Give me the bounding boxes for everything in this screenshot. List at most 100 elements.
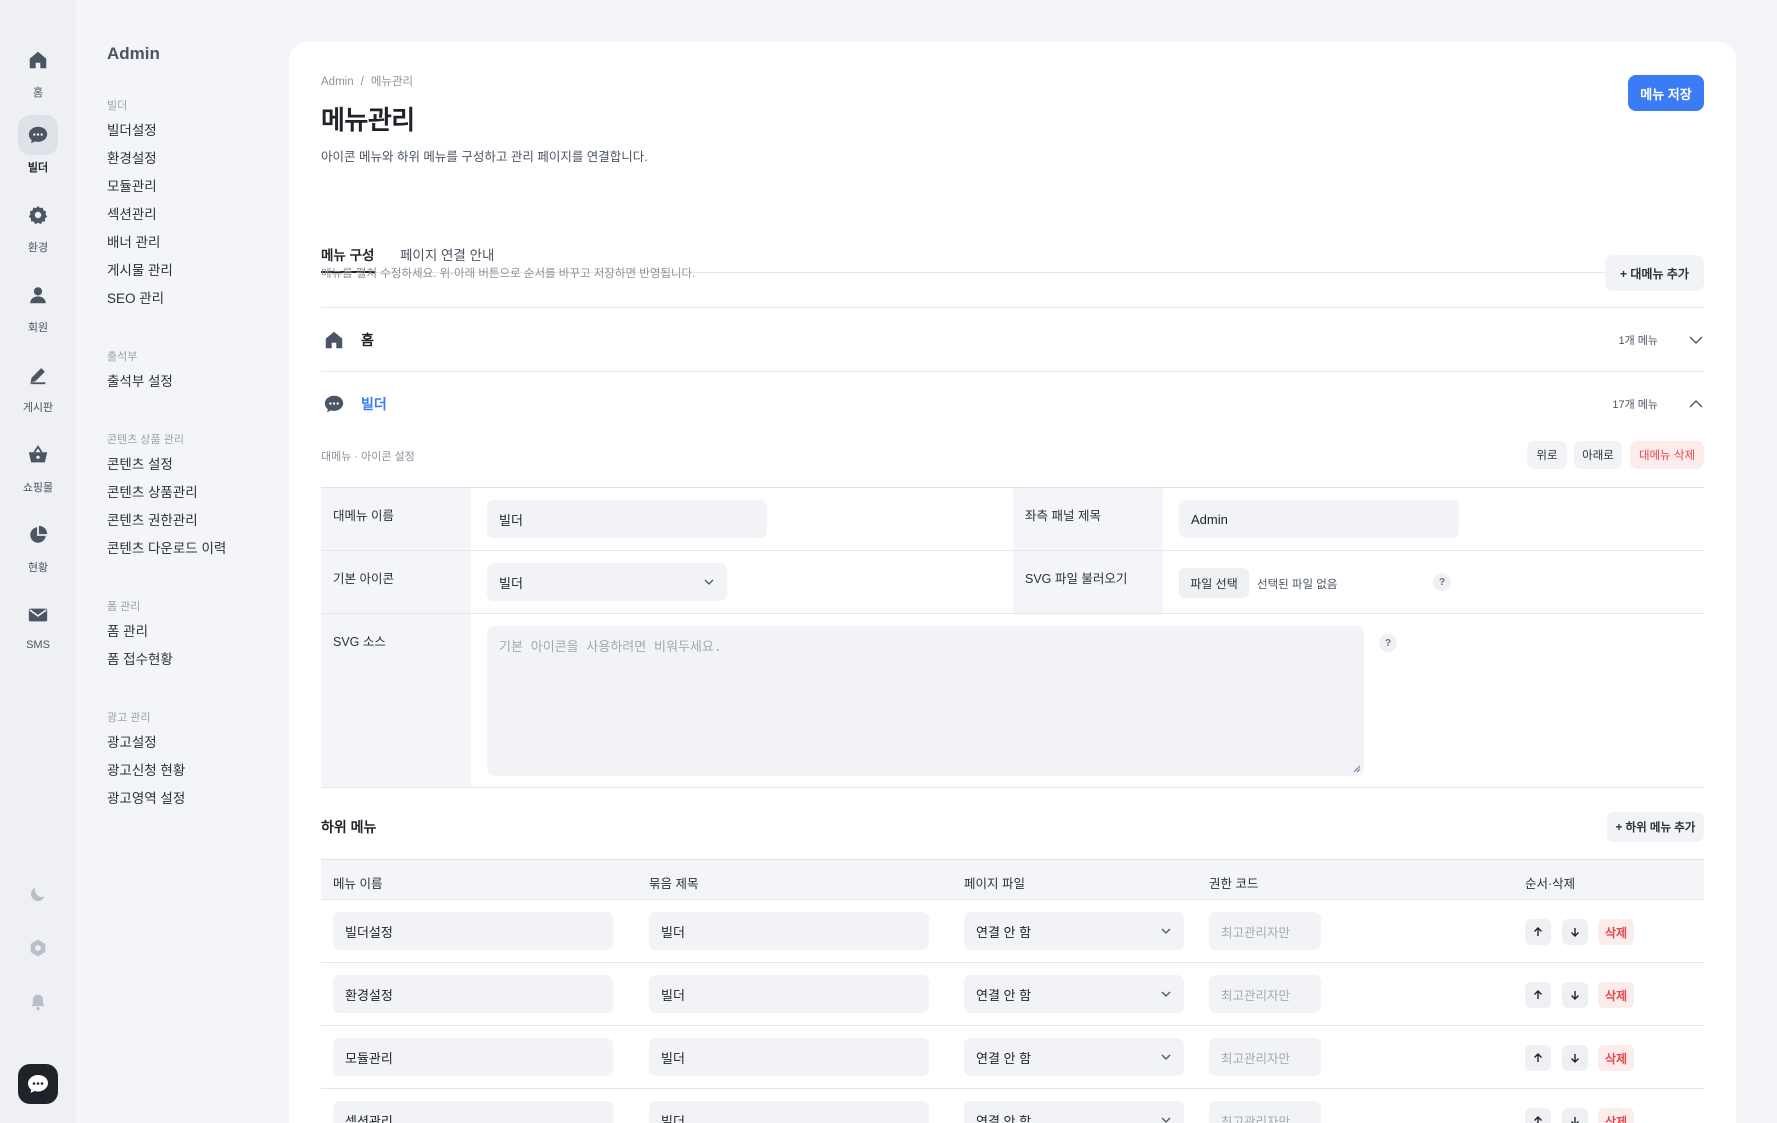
- sidebar-link[interactable]: 배너 관리: [107, 229, 173, 257]
- arrow-up-icon[interactable]: [1525, 1108, 1551, 1123]
- chevron-up-icon[interactable]: [1688, 396, 1704, 412]
- help-icon[interactable]: ?: [1379, 634, 1397, 652]
- move-up-button[interactable]: 위로: [1527, 441, 1567, 469]
- sidebar-link[interactable]: SEO 관리: [107, 285, 173, 313]
- tab-page-link-guide[interactable]: 페이지 연결 안내: [400, 200, 494, 273]
- user-icon: [18, 275, 58, 315]
- breadcrumb: Admin / 메뉴관리: [321, 73, 413, 89]
- sidebar-link[interactable]: 모듈관리: [107, 173, 173, 201]
- rail-item-shop[interactable]: 쇼핑몰: [0, 435, 76, 501]
- sidebar-link[interactable]: 광고설정: [107, 729, 185, 757]
- chevron-down-icon: [1161, 928, 1171, 934]
- sidebar-link[interactable]: 콘텐츠 설정: [107, 451, 226, 479]
- page-file-select[interactable]: 연결 안 함: [964, 975, 1184, 1013]
- moon-icon[interactable]: [18, 874, 58, 914]
- sidebar-link[interactable]: 게시물 관리: [107, 257, 173, 285]
- resize-grip-icon[interactable]: [1353, 765, 1361, 773]
- sidebar-link[interactable]: 환경설정: [107, 145, 173, 173]
- rail-item-builder[interactable]: 빌더: [0, 115, 76, 181]
- arrow-down-icon[interactable]: [1562, 919, 1588, 945]
- permission-code-input[interactable]: 최고관리자만: [1209, 1101, 1321, 1123]
- permission-code-input[interactable]: 최고관리자만: [1209, 1038, 1321, 1076]
- form-row: 기본 아이콘 빌더 SVG 파일 불러오기 파일 선택 선택된 파일 없음 ?: [321, 551, 1704, 614]
- chevron-down-icon: [704, 579, 714, 585]
- field-label: SVG 파일 불러오기: [1013, 551, 1163, 613]
- group-title-input[interactable]: 빌더: [649, 1101, 929, 1123]
- rail-item-sms[interactable]: SMS: [0, 595, 76, 661]
- menu-count: 1개 메뉴: [1618, 334, 1658, 347]
- delete-top-menu-button[interactable]: 대메뉴 삭제: [1630, 441, 1704, 469]
- permission-code-input[interactable]: 최고관리자만: [1209, 912, 1321, 950]
- page-file-select[interactable]: 연결 안 함: [964, 1038, 1184, 1076]
- submenu-name-input[interactable]: 섹션관리: [333, 1101, 613, 1123]
- page-file-select[interactable]: 연결 안 함: [964, 912, 1184, 950]
- sidebar-link[interactable]: 출석부 설정: [107, 368, 173, 396]
- tab-menu-config[interactable]: 메뉴 구성: [321, 200, 376, 273]
- sidebar-link[interactable]: 폼 관리: [107, 618, 173, 646]
- arrow-up-icon[interactable]: [1525, 982, 1551, 1008]
- chevron-down-icon: [1161, 1117, 1171, 1123]
- rail-item-status[interactable]: 현황: [0, 515, 76, 581]
- svg-source-textarea[interactable]: 기본 아이콘을 사용하려면 비워두세요.: [487, 626, 1364, 776]
- table-row: 모듈관리 빌더 연결 안 함 최고관리자만 삭제: [321, 1026, 1704, 1089]
- column-header: 메뉴 이름: [333, 877, 383, 891]
- menu-accordion-builder[interactable]: 빌더 17개 메뉴: [321, 371, 1704, 435]
- sidebar-link[interactable]: 콘텐츠 다운로드 이력: [107, 535, 226, 563]
- sidebar-link[interactable]: 빌더설정: [107, 117, 173, 145]
- add-top-menu-button[interactable]: + 대메뉴 추가: [1605, 255, 1704, 291]
- group-title-input[interactable]: 빌더: [649, 912, 929, 950]
- move-down-button[interactable]: 아래로: [1574, 441, 1622, 469]
- group-title-input[interactable]: 빌더: [649, 975, 929, 1013]
- rail-item-board[interactable]: 게시판: [0, 355, 76, 421]
- panel-title-input[interactable]: Admin: [1179, 500, 1459, 538]
- page-title: 메뉴관리: [321, 105, 415, 135]
- icon-select[interactable]: 빌더: [487, 563, 727, 601]
- permission-code-input[interactable]: 최고관리자만: [1209, 975, 1321, 1013]
- table-row: 섹션관리 빌더 연결 안 함 최고관리자만 삭제: [321, 1089, 1704, 1123]
- page-file-select[interactable]: 연결 안 함: [964, 1101, 1184, 1123]
- submenu-name-input[interactable]: 빌더설정: [333, 912, 613, 950]
- menu-accordion-home[interactable]: 홈 1개 메뉴: [321, 307, 1704, 371]
- settings-icon[interactable]: [18, 928, 58, 968]
- sidebar-link[interactable]: 콘텐츠 권한관리: [107, 507, 226, 535]
- chat-bubble-icon[interactable]: [18, 1064, 58, 1104]
- submenu-name-input[interactable]: 모듈관리: [333, 1038, 613, 1076]
- delete-submenu-button[interactable]: 삭제: [1598, 982, 1634, 1008]
- delete-submenu-button[interactable]: 삭제: [1598, 1108, 1634, 1123]
- menu-name-input[interactable]: 빌더: [487, 500, 767, 538]
- arrow-down-icon[interactable]: [1562, 982, 1588, 1008]
- icon-rail: 홈 빌더 환경 회원 게시판 쇼핑몰 현황 SMS: [0, 0, 76, 1123]
- sidebar-group-heading: 빌더: [107, 100, 128, 112]
- sidebar-group-builder: 빌더 빌더설정 환경설정 모듈관리 섹션관리 배너 관리 게시물 관리 SEO …: [107, 97, 173, 313]
- arrow-up-icon[interactable]: [1525, 919, 1551, 945]
- sidebar-group-form: 폼 관리 폼 관리 폼 접수현황: [107, 598, 173, 674]
- save-menu-button[interactable]: 메뉴 저장: [1628, 75, 1704, 111]
- rail-item-members[interactable]: 회원: [0, 275, 76, 341]
- delete-submenu-button[interactable]: 삭제: [1598, 1045, 1634, 1071]
- file-select-button[interactable]: 파일 선택: [1179, 568, 1249, 598]
- rail-item-settings[interactable]: 환경: [0, 195, 76, 261]
- sidebar-group-content: 콘텐츠 상품 관리 콘텐츠 설정 콘텐츠 상품관리 콘텐츠 권한관리 콘텐츠 다…: [107, 431, 226, 563]
- breadcrumb-item[interactable]: Admin: [321, 76, 354, 88]
- column-header: 순서·삭제: [1525, 877, 1576, 891]
- group-title-input[interactable]: 빌더: [649, 1038, 929, 1076]
- home-icon: [323, 329, 345, 351]
- rail-label: SMS: [26, 639, 50, 651]
- page-file-value: 연결 안 함: [976, 1050, 1032, 1066]
- sidebar-link[interactable]: 폼 접수현황: [107, 646, 173, 674]
- sidebar-link[interactable]: 콘텐츠 상품관리: [107, 479, 226, 507]
- bell-icon[interactable]: [18, 982, 58, 1022]
- delete-submenu-button[interactable]: 삭제: [1598, 919, 1634, 945]
- chevron-down-icon[interactable]: [1688, 332, 1704, 348]
- arrow-down-icon[interactable]: [1562, 1045, 1588, 1071]
- add-submenu-button[interactable]: + 하위 메뉴 추가: [1607, 812, 1704, 842]
- sidebar-link[interactable]: 섹션관리: [107, 201, 173, 229]
- form-row: 대메뉴 이름 빌더 좌측 패널 제목 Admin: [321, 488, 1704, 551]
- submenu-name-input[interactable]: 환경설정: [333, 975, 613, 1013]
- rail-item-home[interactable]: 홈: [0, 40, 76, 106]
- sidebar-link[interactable]: 광고영역 설정: [107, 785, 185, 813]
- arrow-up-icon[interactable]: [1525, 1045, 1551, 1071]
- sidebar-link[interactable]: 광고신청 현황: [107, 757, 185, 785]
- arrow-down-icon[interactable]: [1562, 1108, 1588, 1123]
- help-icon[interactable]: ?: [1433, 573, 1451, 591]
